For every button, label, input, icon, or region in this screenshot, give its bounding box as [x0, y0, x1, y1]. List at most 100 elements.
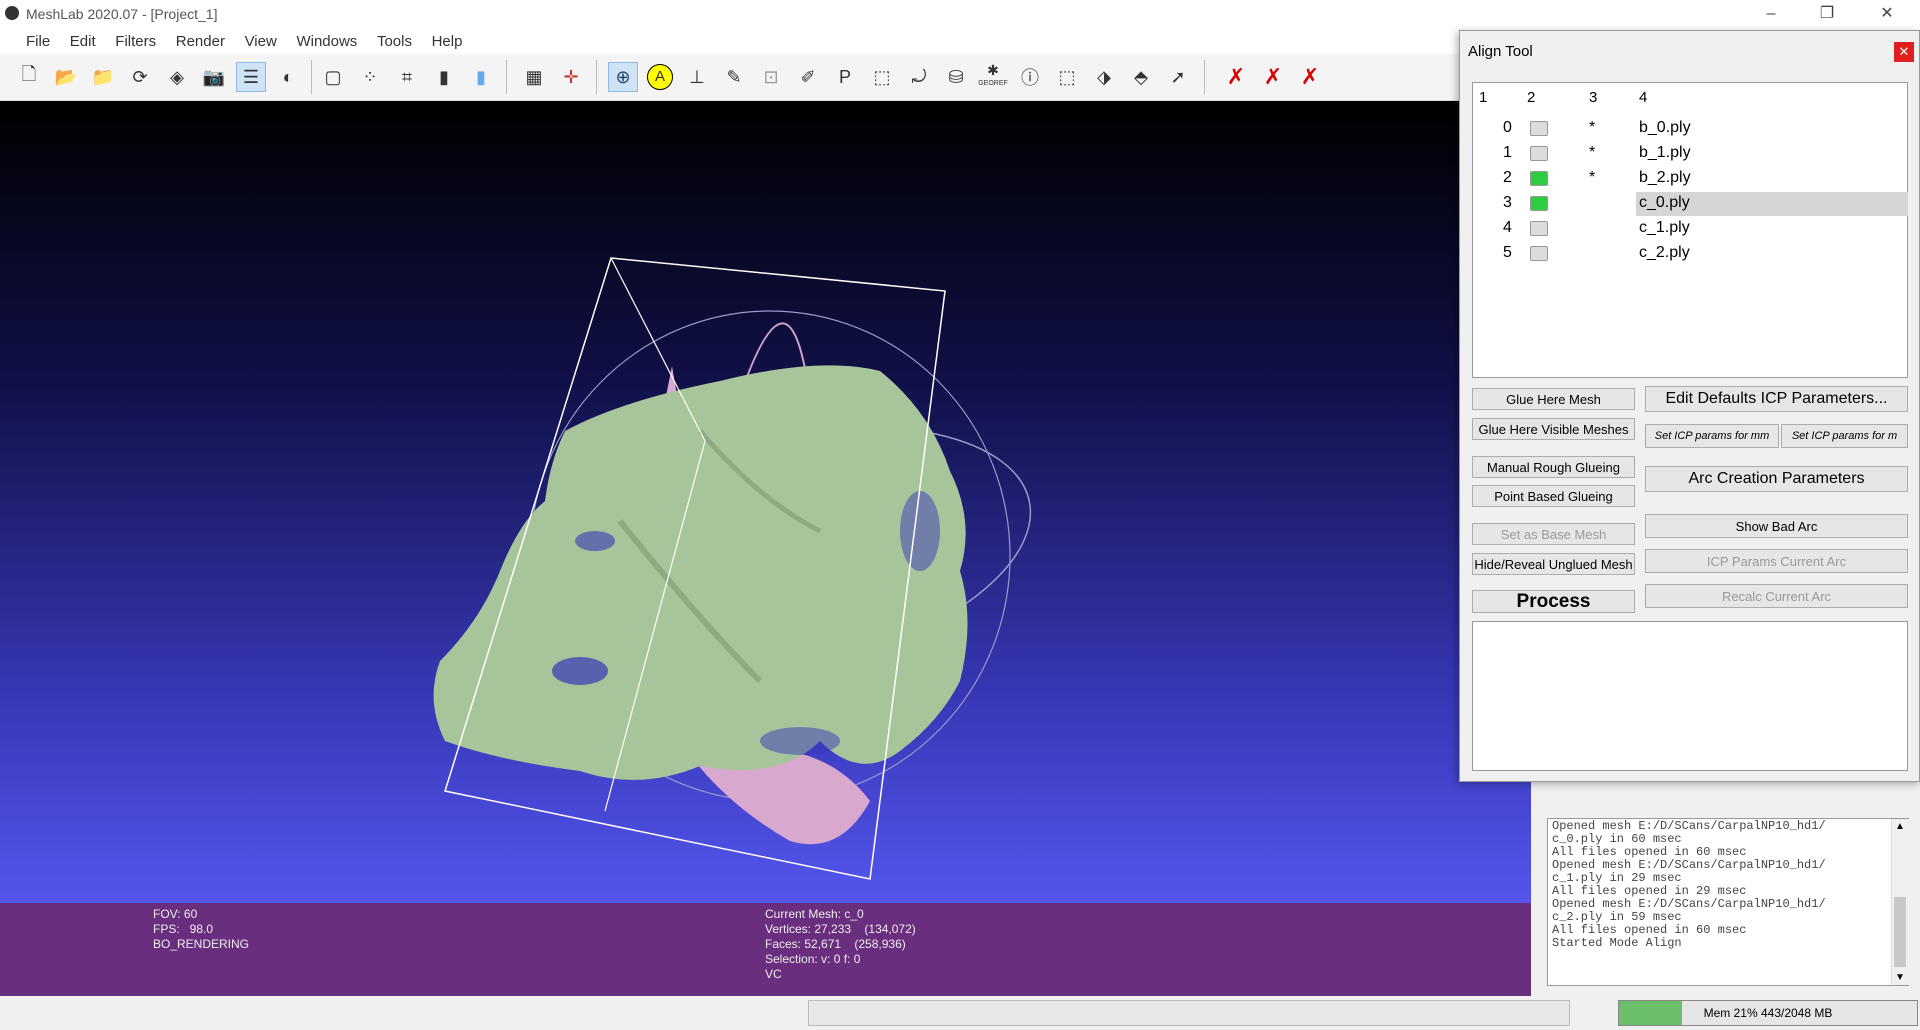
- visibility-icon[interactable]: [1530, 146, 1548, 161]
- points-icon[interactable]: ⁘: [355, 62, 385, 92]
- reload-icon[interactable]: ⟳: [125, 62, 155, 92]
- icp-params-current-arc-button[interactable]: ICP Params Current Arc: [1645, 549, 1908, 573]
- menu-file[interactable]: File: [18, 28, 58, 55]
- faces-text: Faces: 52,671 (258,936): [765, 937, 906, 951]
- close-icon[interactable]: ✕: [1894, 42, 1914, 62]
- visibility-icon[interactable]: [1530, 121, 1548, 136]
- select-vertices-icon[interactable]: ⬗: [1089, 62, 1119, 92]
- row-id: 4: [1503, 219, 1512, 236]
- scroll-up-icon[interactable]: ▲: [1895, 821, 1905, 832]
- scroll-thumb[interactable]: [1894, 897, 1906, 967]
- vertices-text: Vertices: 27,233 (134,072): [765, 922, 916, 936]
- visibility-icon[interactable]: [1530, 246, 1548, 261]
- log-line: Started Mode Align: [1552, 936, 1682, 950]
- minimize-icon[interactable]: –: [1748, 0, 1794, 28]
- point-based-glueing-button[interactable]: Point Based Glueing: [1472, 485, 1635, 507]
- edit-icp-parameters-button[interactable]: Edit Defaults ICP Parameters...: [1645, 386, 1908, 412]
- column-header[interactable]: 4: [1639, 89, 1647, 106]
- row-id: 0: [1503, 119, 1512, 136]
- select-faces-icon[interactable]: ⬚: [1052, 62, 1082, 92]
- texture-icon[interactable]: ⊡: [756, 62, 786, 92]
- column-header[interactable]: 1: [1479, 89, 1487, 106]
- row-filename[interactable]: c_1.ply: [1639, 219, 1690, 237]
- snapshot-icon[interactable]: 📷: [199, 62, 229, 92]
- select-connected-icon[interactable]: ⬘: [1126, 62, 1156, 92]
- memory-label: Mem 21% 443/2048 MB: [1703, 1006, 1833, 1020]
- set-icp-m-button[interactable]: Set ICP params for m: [1781, 424, 1908, 448]
- brush-icon[interactable]: ✐: [793, 62, 823, 92]
- vc-text: VC: [765, 967, 782, 981]
- row-filename[interactable]: c_2.ply: [1639, 244, 1690, 262]
- parametrization-icon[interactable]: P: [830, 62, 860, 92]
- delete-vertices-icon[interactable]: ✗: [1258, 62, 1288, 92]
- align-tool-title: Align Tool: [1468, 43, 1533, 60]
- open-project-icon[interactable]: 📂: [51, 62, 81, 92]
- delete-all-icon[interactable]: ✗: [1295, 62, 1325, 92]
- status-message-field: [808, 1000, 1570, 1026]
- row-filename[interactable]: b_1.ply: [1639, 144, 1691, 162]
- menu-edit[interactable]: Edit: [62, 28, 104, 55]
- rotate-icon[interactable]: ⤾: [904, 62, 934, 92]
- smooth-icon[interactable]: ▮: [466, 62, 496, 92]
- menu-render[interactable]: Render: [168, 28, 233, 55]
- set-icp-mm-button[interactable]: Set ICP params for mm: [1645, 424, 1779, 448]
- stack-icon[interactable]: ⛁: [941, 62, 971, 92]
- visibility-icon[interactable]: [1530, 221, 1548, 236]
- column-header[interactable]: 3: [1589, 89, 1597, 106]
- arrow-icon[interactable]: ➚: [1163, 62, 1193, 92]
- recalc-current-arc-button[interactable]: Recalc Current Arc: [1645, 584, 1908, 608]
- row-filename[interactable]: c_0.ply: [1639, 194, 1690, 212]
- viewport-info-bar: FOV: 60 FPS: 98.0 BO_RENDERING Current M…: [0, 903, 1531, 996]
- select-icon[interactable]: ⬚: [867, 62, 897, 92]
- render-mode-text: BO_RENDERING: [153, 937, 250, 951]
- paint-icon[interactable]: ✎: [719, 62, 749, 92]
- grid-icon[interactable]: ▦: [519, 62, 549, 92]
- set-base-mesh-button[interactable]: Set as Base Mesh: [1472, 523, 1635, 545]
- glue-visible-meshes-button[interactable]: Glue Here Visible Meshes: [1472, 418, 1635, 440]
- menu-windows[interactable]: Windows: [288, 28, 365, 55]
- row-id: 3: [1503, 194, 1512, 211]
- column-header[interactable]: 2: [1527, 89, 1535, 106]
- arc-creation-parameters-button[interactable]: Arc Creation Parameters: [1645, 466, 1908, 492]
- menu-tools[interactable]: Tools: [369, 28, 420, 55]
- new-file-icon[interactable]: 🗋: [14, 62, 44, 92]
- row-filename[interactable]: b_0.ply: [1639, 119, 1691, 137]
- mesh-list[interactable]: 1 2 3 4 0 * b_0.ply 1 * b_1.ply 2 * b_2.…: [1472, 82, 1908, 378]
- open-folder-icon[interactable]: 📁: [88, 62, 118, 92]
- trackball-icon[interactable]: ⊕: [608, 62, 638, 92]
- hide-reveal-unglued-button[interactable]: Hide/Reveal Unglued Mesh: [1472, 553, 1635, 575]
- close-window-icon[interactable]: ✕: [1864, 0, 1910, 28]
- restore-icon[interactable]: ❐: [1804, 0, 1850, 28]
- menu-help[interactable]: Help: [424, 28, 471, 55]
- mesh-render: [433, 257, 1032, 880]
- scroll-down-icon[interactable]: ▼: [1895, 972, 1905, 983]
- 3d-viewport[interactable]: [0, 101, 1531, 903]
- axis-icon[interactable]: ✛: [556, 62, 586, 92]
- flat-icon[interactable]: ▮: [429, 62, 459, 92]
- bbox-icon[interactable]: ▢: [318, 62, 348, 92]
- visibility-eye-icon[interactable]: [1530, 196, 1548, 211]
- layers-icon[interactable]: ☰: [236, 62, 266, 92]
- glue-here-mesh-button[interactable]: Glue Here Mesh: [1472, 388, 1635, 410]
- row-glued-mark: *: [1589, 119, 1596, 136]
- save-icon[interactable]: ◈: [162, 62, 192, 92]
- shading-icon[interactable]: ◐: [273, 62, 303, 92]
- align-result-box[interactable]: [1472, 621, 1908, 771]
- manual-rough-glueing-button[interactable]: Manual Rough Glueing: [1472, 456, 1635, 478]
- info-icon[interactable]: ⓘ: [1015, 62, 1045, 92]
- annotation-icon[interactable]: A: [645, 62, 675, 92]
- process-button[interactable]: Process: [1472, 590, 1635, 613]
- wireframe-icon[interactable]: ⌗: [392, 62, 422, 92]
- visibility-eye-icon[interactable]: [1530, 171, 1548, 186]
- fov-text: FOV: 60: [153, 907, 198, 921]
- delete-faces-icon[interactable]: ✗: [1221, 62, 1251, 92]
- measure-icon[interactable]: ⊥: [682, 62, 712, 92]
- log-box[interactable]: Opened mesh E:/D/SCans/CarpalNP10_hd1/ c…: [1547, 818, 1909, 986]
- show-bad-arc-button[interactable]: Show Bad Arc: [1645, 514, 1908, 538]
- menu-view[interactable]: View: [237, 28, 285, 55]
- row-filename[interactable]: b_2.ply: [1639, 169, 1691, 187]
- row-id: 5: [1503, 244, 1512, 261]
- menu-filters[interactable]: Filters: [107, 28, 164, 55]
- georef-icon[interactable]: ✱ GEOREF: [978, 62, 1008, 92]
- log-scrollbar[interactable]: ▲ ▼: [1891, 819, 1909, 985]
